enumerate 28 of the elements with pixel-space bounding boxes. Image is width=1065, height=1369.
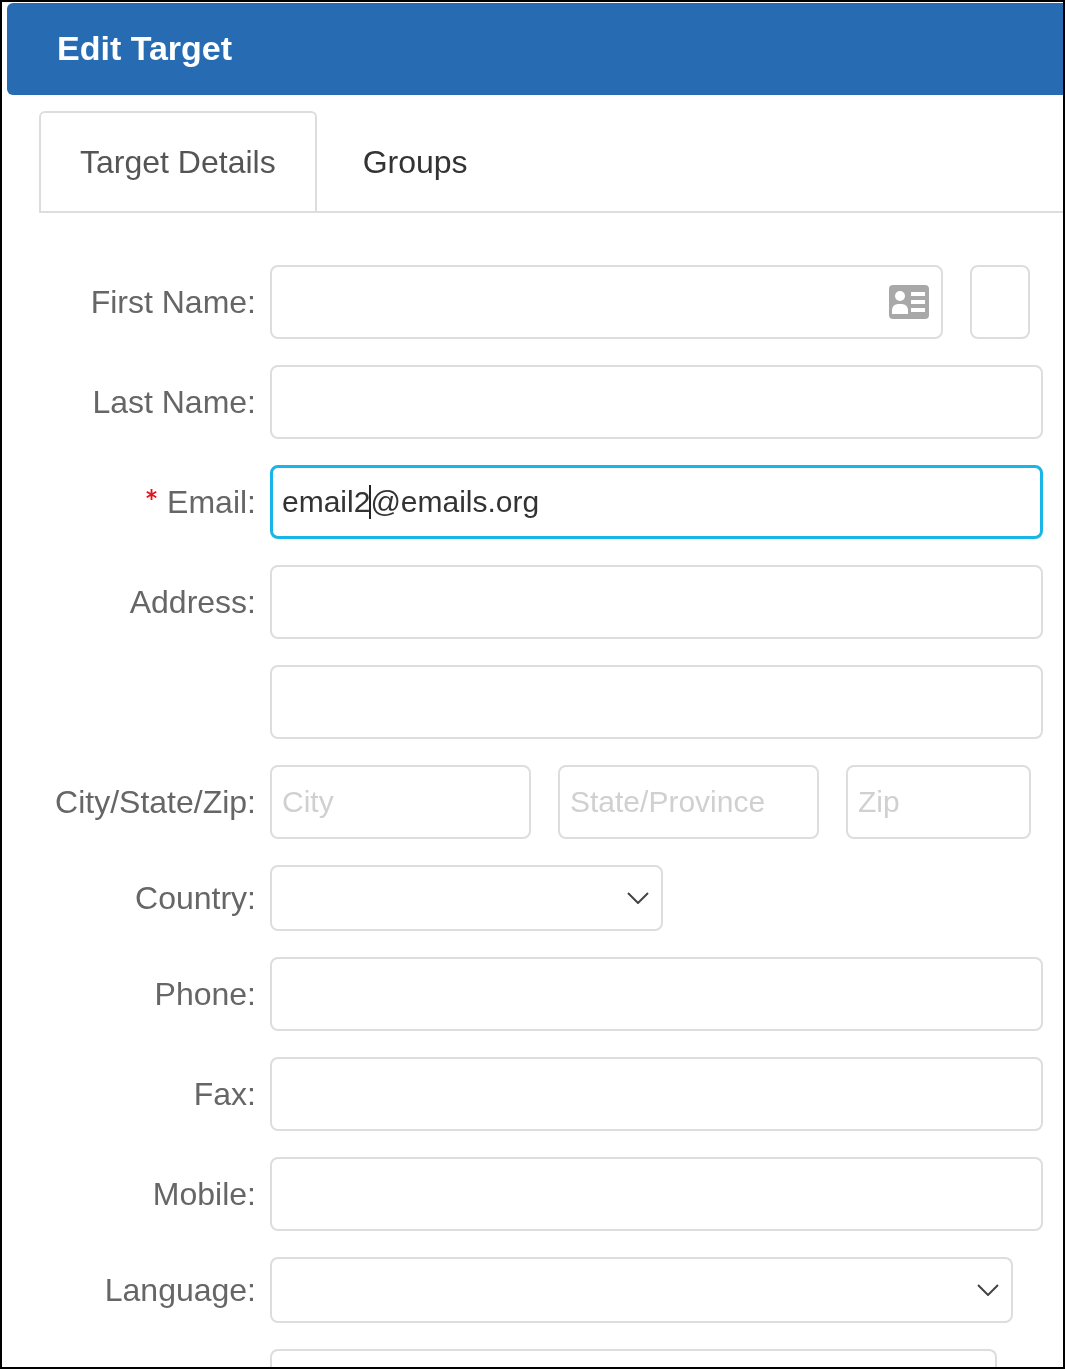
input-field[interactable] — [270, 1057, 1043, 1131]
contact-card-icon[interactable] — [889, 285, 929, 319]
dropdown[interactable] — [270, 865, 663, 931]
input-field[interactable]: email2@emails.org — [270, 465, 1043, 539]
chevron-down-icon — [627, 892, 649, 904]
field-label: Fax: — [193, 1075, 256, 1113]
input-field[interactable] — [270, 957, 1043, 1031]
tab[interactable]: Target Details — [39, 111, 317, 211]
field-label: Email: — [167, 483, 256, 521]
input-field[interactable] — [270, 1349, 997, 1367]
dropdown[interactable] — [270, 1257, 1013, 1323]
tab[interactable]: Groups — [321, 111, 509, 211]
input-field[interactable] — [270, 565, 1043, 639]
chevron-down-icon — [977, 1284, 999, 1296]
field-label: Language: — [104, 1271, 256, 1309]
field-label: Mobile: — [152, 1175, 256, 1213]
input-field[interactable] — [270, 665, 1043, 739]
field-label: Phone: — [154, 975, 256, 1013]
input-field[interactable] — [270, 365, 1043, 439]
input-field[interactable] — [270, 265, 943, 339]
field-label: Last Name: — [92, 383, 256, 421]
field-label: First Name: — [90, 283, 256, 321]
field-label: Address: — [129, 583, 256, 621]
window-title: Edit Target — [57, 29, 233, 69]
field-label: Country: — [135, 879, 256, 917]
empty-square-button[interactable] — [970, 265, 1030, 339]
field-label: City/State/Zip: — [55, 783, 256, 821]
input-field[interactable] — [270, 1157, 1043, 1231]
